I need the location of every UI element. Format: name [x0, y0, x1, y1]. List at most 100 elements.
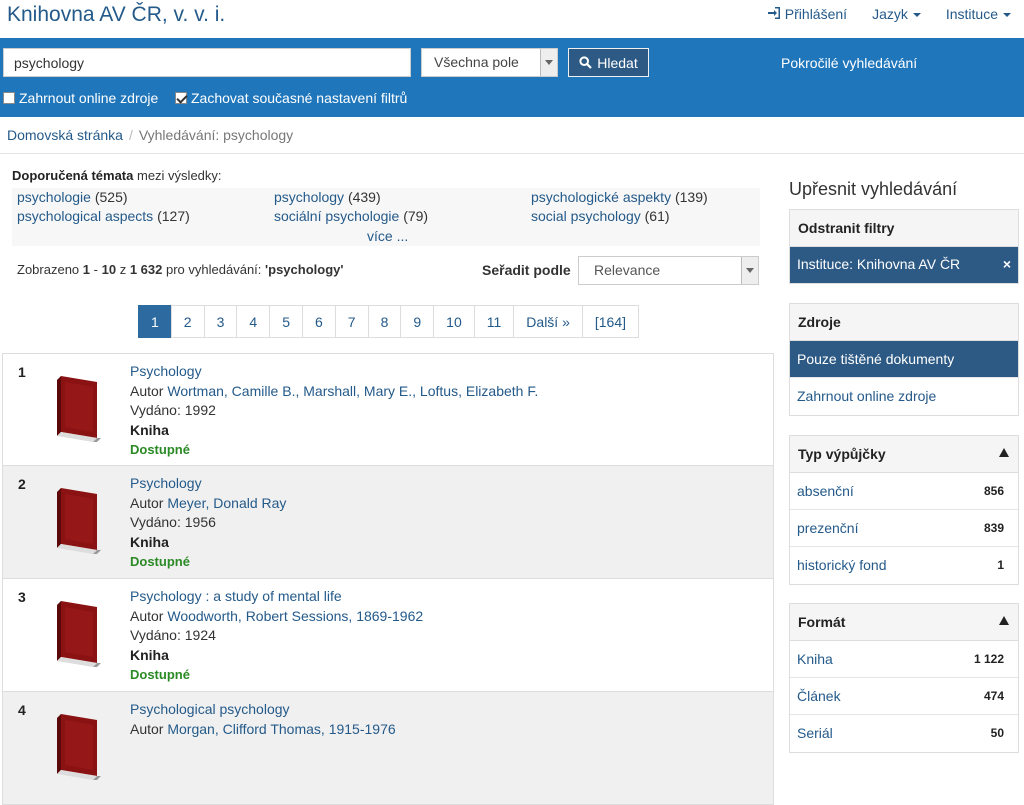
- result-number: 1: [18, 364, 26, 380]
- facet-format-book[interactable]: Kniha 1 122: [790, 641, 1018, 678]
- result-info: Psychological psychology Autor Morgan, C…: [130, 701, 396, 737]
- login-label: Přihlášení: [784, 6, 848, 22]
- result-author[interactable]: Woodworth, Robert Sessions, 1869-1962: [167, 608, 423, 624]
- chevron-down-icon[interactable]: [540, 49, 557, 76]
- advanced-search-link[interactable]: Pokročilé vyhledávání: [781, 55, 917, 71]
- facet-loan-historic[interactable]: historický fond 1: [790, 547, 1018, 584]
- search-button[interactable]: Hledat: [568, 48, 649, 77]
- result-published: Vydáno: 1956: [130, 514, 216, 530]
- result-number: 2: [18, 476, 26, 492]
- book-icon: [57, 488, 101, 554]
- caret-down-icon: [912, 13, 921, 17]
- result-author[interactable]: Meyer, Donald Ray: [167, 495, 286, 511]
- sort-label: Seřadit podle: [482, 262, 571, 278]
- book-icon: [57, 601, 101, 667]
- active-filter-label: Instituce: Knihovna AV ČR: [797, 256, 961, 272]
- result-format: Kniha: [130, 421, 169, 438]
- result-published: Vydáno: 1924: [130, 627, 216, 643]
- result-item: 4 Psychological psychology Autor Morgan,…: [2, 692, 774, 805]
- result-status: Dostupné: [130, 554, 190, 569]
- topics-grid: psychologie (525) psychology (439) psych…: [12, 188, 760, 246]
- site-brand[interactable]: Knihovna AV ČR, v. v. i.: [7, 3, 225, 27]
- top-nav: Přihlášení Jazyk Instituce: [767, 6, 1024, 22]
- caret-down-icon: [1003, 13, 1011, 17]
- topic-item[interactable]: psychology (439): [274, 189, 381, 205]
- page-link-3[interactable]: 3: [203, 305, 238, 338]
- result-published: Vydáno: 1992: [130, 402, 216, 418]
- active-filter-institution[interactable]: Instituce: Knihovna AV ČR ×: [790, 247, 1018, 283]
- facet-format-article[interactable]: Článek 474: [790, 678, 1018, 715]
- result-item: 2 Psychology Autor Meyer, Donald Ray Vyd…: [2, 466, 774, 579]
- source-include-online[interactable]: Zahrnout online zdroje: [790, 378, 1018, 415]
- result-format: Kniha: [130, 646, 169, 663]
- result-info: Psychology Autor Wortman, Camille B., Ma…: [130, 362, 538, 460]
- breadcrumb: Domovská stránka / Vyhledávání: psychology: [0, 117, 1024, 154]
- loan-type-heading[interactable]: Typ výpůjčky: [790, 436, 1018, 473]
- topic-item[interactable]: psychologické aspekty (139): [531, 189, 708, 205]
- result-author[interactable]: Wortman, Camille B., Marshall, Mary E., …: [167, 383, 538, 399]
- keep-filters-option[interactable]: Zachovat současné nastavení filtrů: [175, 90, 407, 106]
- topic-item[interactable]: sociální psychologie (79): [274, 208, 428, 224]
- language-label: Jazyk: [872, 6, 908, 22]
- login-link[interactable]: Přihlášení: [767, 6, 848, 22]
- result-title[interactable]: Psychology: [130, 475, 202, 491]
- page-link-4[interactable]: 4: [236, 305, 271, 338]
- facet-loan-absent[interactable]: absenční 856: [790, 473, 1018, 510]
- topic-item[interactable]: psychological aspects (127): [17, 208, 190, 224]
- breadcrumb-current: Vyhledávání: psychology: [138, 127, 294, 143]
- page-link-5[interactable]: 5: [269, 305, 303, 338]
- page-next[interactable]: Další »: [513, 305, 583, 338]
- search-field-select[interactable]: Všechna pole: [421, 48, 558, 77]
- include-online-checkbox[interactable]: [3, 92, 15, 104]
- page-link-6[interactable]: 6: [301, 305, 336, 338]
- sort-select[interactable]: Relevance: [578, 256, 759, 285]
- result-item: 3 Psychology : a study of mental life Au…: [2, 579, 774, 692]
- page-link-1[interactable]: 1: [138, 305, 172, 338]
- result-title[interactable]: Psychological psychology: [130, 701, 290, 717]
- topic-item[interactable]: psychologie (525): [17, 189, 128, 205]
- facet-count: 1: [997, 558, 1004, 572]
- facet-loan-present[interactable]: prezenční 839: [790, 510, 1018, 547]
- page-link-2[interactable]: 2: [170, 305, 205, 338]
- include-online-option[interactable]: Zahrnout online zdroje: [3, 90, 158, 106]
- collapse-up-icon: [999, 616, 1009, 625]
- language-dropdown[interactable]: Jazyk: [872, 6, 921, 22]
- book-icon: [57, 714, 101, 780]
- result-list: 1 Psychology Autor Wortman, Camille B., …: [2, 353, 774, 805]
- format-heading[interactable]: Formát: [790, 604, 1018, 641]
- facet-count: 1 122: [973, 652, 1004, 666]
- page-last[interactable]: [164]: [581, 305, 640, 338]
- result-item: 1 Psychology Autor Wortman, Camille B., …: [2, 353, 774, 466]
- result-author[interactable]: Morgan, Clifford Thomas, 1915-1976: [167, 721, 395, 737]
- keep-filters-label: Zachovat současné nastavení filtrů: [191, 90, 408, 106]
- topics-more-link[interactable]: více ...: [367, 228, 408, 244]
- keep-filters-checkbox[interactable]: [175, 92, 187, 104]
- facet-count: 839: [983, 521, 1004, 535]
- facet-count: 50: [990, 726, 1004, 740]
- page-link-7[interactable]: 7: [334, 305, 369, 338]
- breadcrumb-home[interactable]: Domovská stránka: [7, 127, 123, 143]
- result-title[interactable]: Psychology : a study of mental life: [130, 588, 342, 604]
- page-link-8[interactable]: 8: [367, 305, 402, 338]
- source-printed-only[interactable]: Pouze tištěné dokumenty: [790, 341, 1018, 378]
- pagination: 1 2 3 4 5 6 7 8 9 10 11 Další » [164]: [138, 305, 640, 338]
- close-icon[interactable]: ×: [1003, 256, 1011, 272]
- page-link-10[interactable]: 10: [433, 305, 475, 338]
- page-link-9[interactable]: 9: [400, 305, 435, 338]
- result-title[interactable]: Psychology: [130, 363, 202, 379]
- breadcrumb-separator: /: [128, 127, 133, 143]
- top-header: Knihovna AV ČR, v. v. i. Přihlášení Jazy…: [0, 0, 1024, 38]
- collapse-up-icon: [999, 448, 1009, 457]
- result-number: 4: [18, 702, 26, 718]
- search-input[interactable]: [3, 48, 411, 77]
- result-info: Psychology : a study of mental life Auto…: [130, 587, 423, 685]
- facet-format-serial[interactable]: Seriál 50: [790, 715, 1018, 752]
- result-status: Dostupné: [130, 667, 190, 682]
- facet-count: 474: [983, 689, 1004, 703]
- institution-dropdown[interactable]: Instituce: [946, 6, 1011, 22]
- topic-item[interactable]: social psychology (61): [531, 208, 670, 224]
- page-link-11[interactable]: 11: [473, 305, 515, 338]
- book-icon: [57, 376, 101, 442]
- include-online-label: Zahrnout online zdroje: [19, 90, 159, 106]
- chevron-down-icon[interactable]: [741, 257, 758, 284]
